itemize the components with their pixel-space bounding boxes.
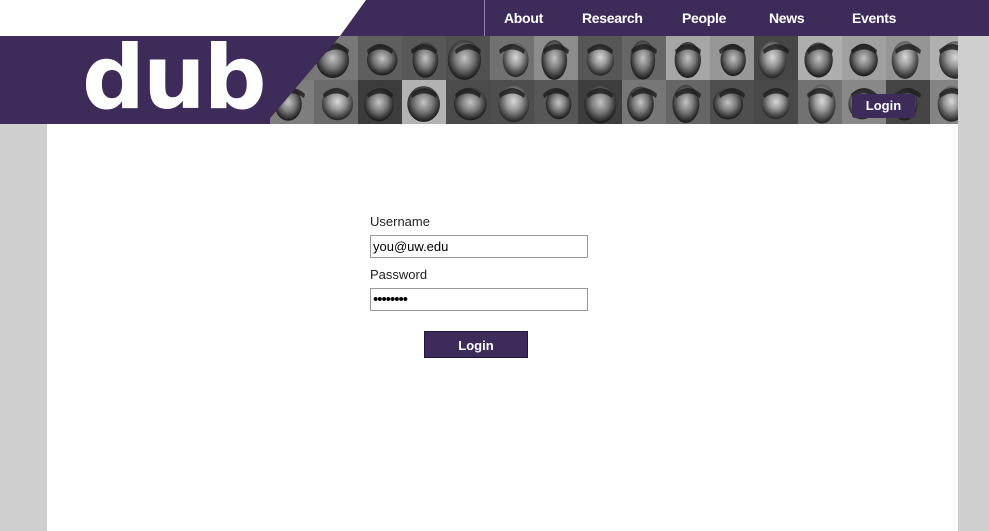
- nav-link-news[interactable]: News: [769, 0, 805, 36]
- password-label: Password: [370, 267, 428, 282]
- dub-logo[interactable]: dub: [82, 36, 267, 124]
- nav-divider: [484, 0, 485, 36]
- login-submit-button[interactable]: Login: [424, 331, 528, 358]
- username-label: Username: [370, 214, 430, 229]
- nav-link-about[interactable]: About: [504, 0, 543, 36]
- password-input[interactable]: ••••••••: [370, 288, 588, 311]
- nav-link-people[interactable]: People: [682, 0, 726, 36]
- login-form: Username Password •••••••• Login: [370, 214, 590, 358]
- nav-link-events[interactable]: Events: [852, 0, 896, 36]
- nav-link-research[interactable]: Research: [582, 0, 643, 36]
- username-input[interactable]: [370, 235, 588, 258]
- header-login-button[interactable]: Login: [852, 94, 915, 118]
- main-content: Username Password •••••••• Login: [47, 124, 958, 531]
- header-banner: dub Login: [0, 36, 958, 124]
